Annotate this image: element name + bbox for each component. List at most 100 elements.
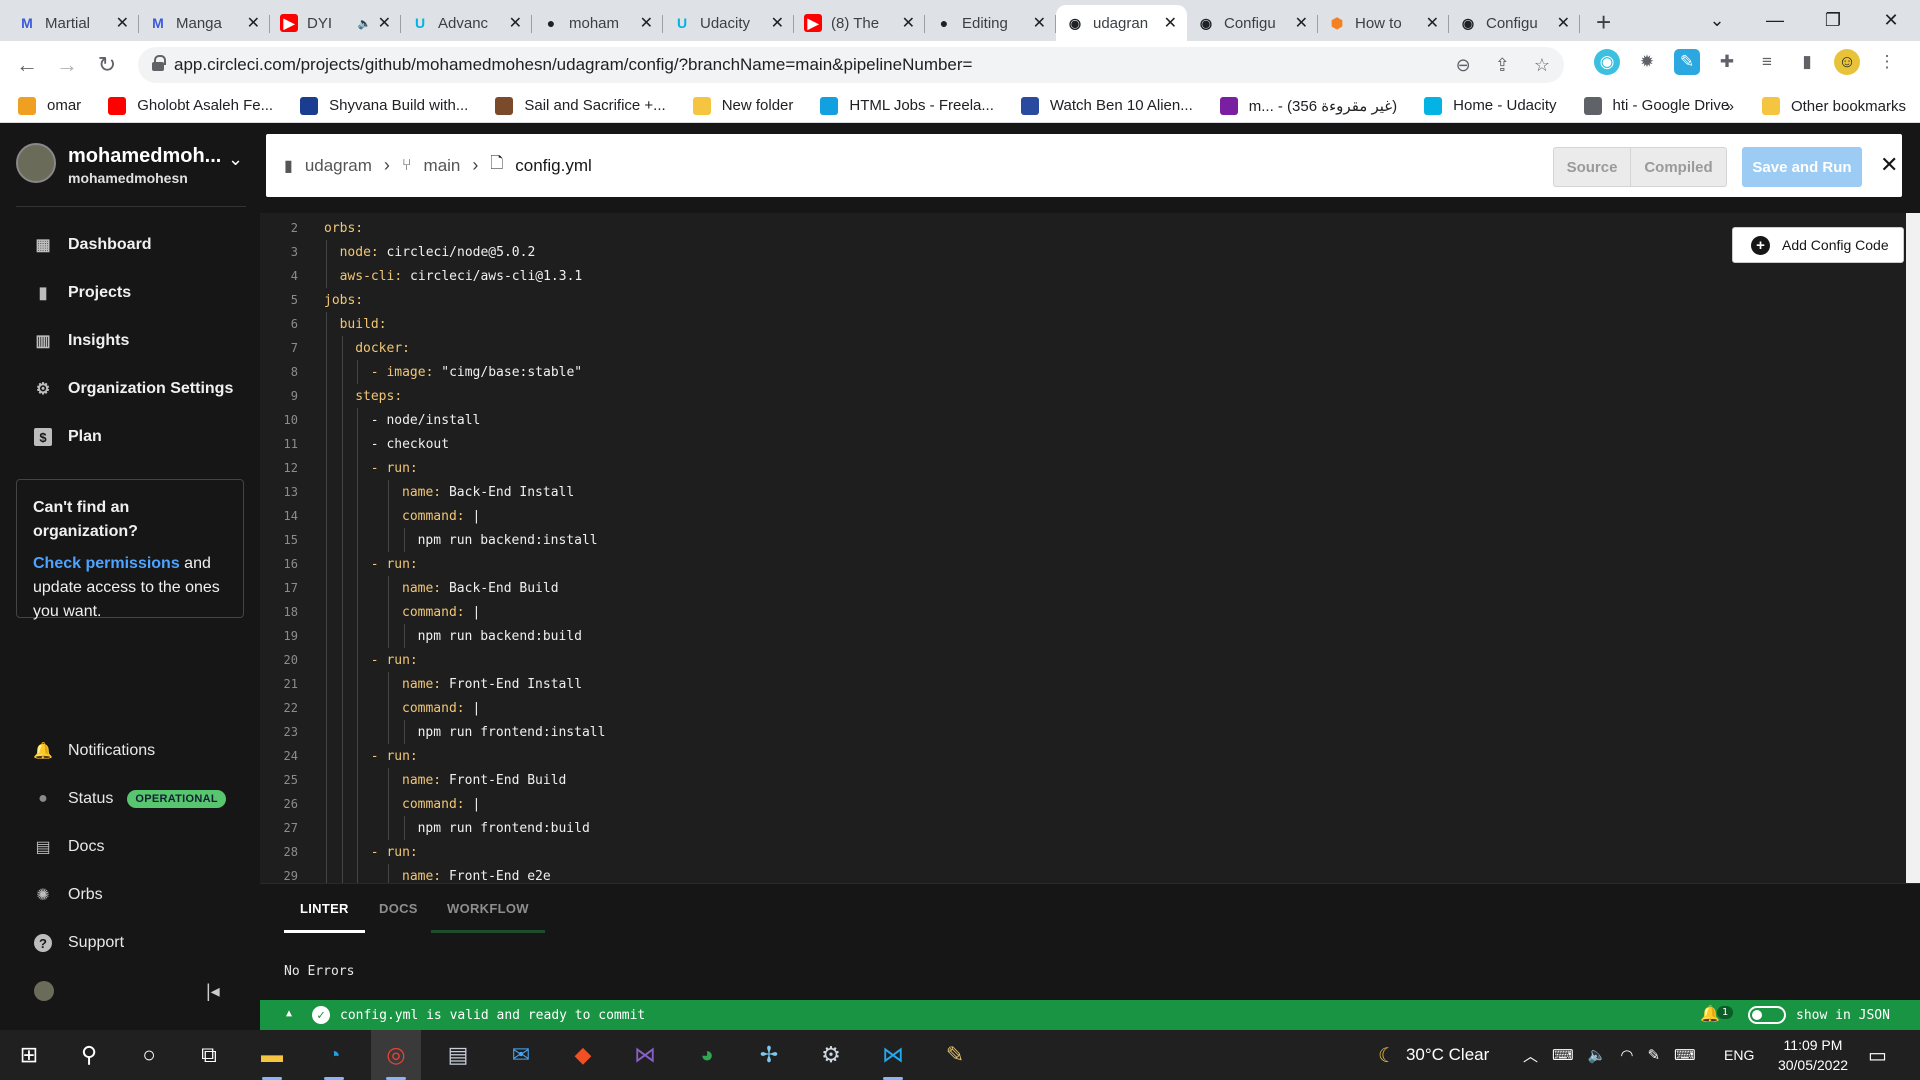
restore-button[interactable]: ❐: [1804, 0, 1862, 41]
chrome-icon[interactable]: ◎: [371, 1030, 421, 1080]
sidebar-item-notifications[interactable]: 🔔 Notifications: [33, 736, 155, 766]
bookmark-item[interactable]: Gholobt Asaleh Fe...: [108, 96, 273, 115]
tab-close-icon[interactable]: ✕: [1557, 13, 1570, 33]
windows-start-icon[interactable]: ⊞: [4, 1030, 54, 1080]
browser-app-icon[interactable]: ◕: [682, 1030, 732, 1080]
file-explorer-icon[interactable]: ▬: [247, 1030, 297, 1080]
keyboard-layout-icon[interactable]: ⌨: [1552, 1046, 1574, 1064]
org-switcher[interactable]: mohamedmoh... mohamedmohesn ⌄: [16, 143, 246, 207]
browser-tab[interactable]: ▶ DYI 🔈 ✕: [270, 5, 401, 41]
sidebar-item-organization-settings[interactable]: ⚙ Organization Settings: [34, 374, 234, 404]
profile-avatar[interactable]: ☺: [1834, 49, 1860, 75]
menu-dots-icon[interactable]: ⋮: [1874, 49, 1900, 75]
tab-audio-icon[interactable]: 🔈: [358, 17, 372, 30]
git-icon[interactable]: ◆: [558, 1030, 608, 1080]
bookmark-item[interactable]: m... - (356 غير مقروءة): [1219, 96, 1397, 115]
user-avatar-small[interactable]: [34, 981, 54, 1001]
settings-gear-icon[interactable]: ⚙: [806, 1030, 856, 1080]
bookmark-item[interactable]: omar: [18, 96, 81, 115]
check-permissions-link[interactable]: Check permissions: [33, 555, 180, 572]
json-toggle[interactable]: [1748, 1006, 1786, 1024]
extension-pen-icon[interactable]: ✎: [1674, 49, 1700, 75]
bookmark-item[interactable]: HTML Jobs - Freela...: [820, 96, 994, 115]
sidebar-item-docs[interactable]: ▤ Docs: [34, 832, 104, 862]
collapse-sidebar-icon[interactable]: |◂: [206, 981, 220, 1002]
tab-close-icon[interactable]: ✕: [116, 13, 129, 33]
pen-icon[interactable]: ✎: [1647, 1046, 1660, 1064]
expand-caret-icon[interactable]: ▲: [286, 1008, 292, 1019]
mail-app-icon[interactable]: ✉: [496, 1030, 546, 1080]
language-indicator[interactable]: ENG: [1724, 1030, 1754, 1080]
sidebar-item-support[interactable]: ? Support: [34, 928, 124, 958]
reload-icon[interactable]: ↻: [87, 52, 127, 78]
cortana-icon[interactable]: ○: [124, 1030, 174, 1080]
side-panel-icon[interactable]: ▮: [1794, 49, 1820, 75]
bookmarks-overflow-icon[interactable]: »: [1726, 98, 1734, 115]
weather-widget[interactable]: ☾ 30°C Clear: [1378, 1030, 1489, 1080]
sidebar-item-insights[interactable]: ▥ Insights: [34, 326, 129, 356]
browser-tab[interactable]: ⬢ How to ✕: [1318, 5, 1449, 41]
source-button[interactable]: Source: [1553, 147, 1631, 187]
add-config-code-button[interactable]: + Add Config Code: [1732, 227, 1904, 263]
edge-icon[interactable]: ◔: [309, 1030, 359, 1080]
tab-close-icon[interactable]: ✕: [1426, 13, 1439, 33]
zoom-icon[interactable]: ⊖: [1456, 55, 1471, 76]
paint-icon[interactable]: ✎: [930, 1030, 980, 1080]
tab-close-icon[interactable]: ✕: [640, 13, 653, 33]
game-app-icon[interactable]: ✢: [744, 1030, 794, 1080]
browser-tab[interactable]: ◉ udagran ✕: [1056, 5, 1187, 41]
tab-close-icon[interactable]: ✕: [378, 13, 391, 33]
extension-icon[interactable]: ◉: [1594, 49, 1620, 75]
sidebar-item-dashboard[interactable]: ▦ Dashboard: [34, 230, 151, 260]
tab-workflow[interactable]: WORKFLOW: [431, 884, 545, 933]
bookmark-item[interactable]: Sail and Sacrifice +...: [495, 96, 666, 115]
browser-tab[interactable]: ● Editing ✕: [925, 5, 1056, 41]
visual-studio-icon[interactable]: ⋈: [620, 1030, 670, 1080]
star-icon[interactable]: ☆: [1534, 55, 1550, 76]
extension-gear-icon[interactable]: ✹: [1634, 49, 1660, 75]
browser-tab[interactable]: U Advanc ✕: [401, 5, 532, 41]
breadcrumb-project[interactable]: ▮ udagram: [284, 156, 372, 176]
vscode-icon[interactable]: ⋈: [868, 1030, 918, 1080]
url-input[interactable]: app.circleci.com/projects/github/mohamed…: [138, 47, 1564, 83]
reading-list-icon[interactable]: ≡: [1754, 49, 1780, 75]
chevron-up-icon[interactable]: ︿: [1523, 1045, 1538, 1066]
browser-tab[interactable]: ▶ (8) The ✕: [794, 5, 925, 41]
search-icon[interactable]: ⚲: [64, 1030, 114, 1080]
tab-close-icon[interactable]: ✕: [1033, 13, 1046, 33]
browser-tab[interactable]: U Udacity ✕: [663, 5, 794, 41]
tab-close-icon[interactable]: ✕: [1164, 13, 1177, 33]
editor-scrollbar[interactable]: [1906, 213, 1920, 883]
bookmark-item[interactable]: New folder: [692, 96, 793, 115]
wifi-icon[interactable]: ◠: [1620, 1046, 1633, 1064]
tab-close-icon[interactable]: ✕: [247, 13, 260, 33]
browser-tab[interactable]: M Martial ✕: [8, 5, 139, 41]
touch-keyboard-icon[interactable]: ⌨: [1674, 1046, 1696, 1064]
tab-close-icon[interactable]: ✕: [771, 13, 784, 33]
save-and-run-button[interactable]: Save and Run: [1742, 147, 1862, 187]
tab-close-icon[interactable]: ✕: [509, 13, 522, 33]
notification-center-icon[interactable]: ▭: [1868, 1030, 1887, 1080]
tab-close-icon[interactable]: ✕: [1295, 13, 1308, 33]
sidebar-item-status[interactable]: ● Status OPERATIONAL: [34, 784, 226, 814]
bookmark-item[interactable]: Home - Udacity: [1424, 96, 1557, 115]
bookmark-item[interactable]: Watch Ben 10 Alien...: [1020, 96, 1193, 115]
browser-tab[interactable]: ◉ Configu ✕: [1187, 5, 1318, 41]
browser-tab[interactable]: M Manga ✕: [139, 5, 270, 41]
minimize-button[interactable]: —: [1746, 0, 1804, 41]
other-bookmarks[interactable]: Other bookmarks: [1761, 97, 1906, 115]
share-icon[interactable]: ⇪: [1495, 55, 1510, 76]
volume-icon[interactable]: 🔈: [1588, 1046, 1607, 1064]
app-icon[interactable]: ▤: [433, 1030, 483, 1080]
close-icon[interactable]: ✕: [1880, 152, 1898, 178]
compiled-button[interactable]: Compiled: [1631, 147, 1727, 187]
tab-close-icon[interactable]: ✕: [902, 13, 915, 33]
forward-icon[interactable]: →: [47, 52, 87, 78]
close-window-button[interactable]: ✕: [1862, 0, 1920, 41]
code-editor[interactable]: 2 orbs: 3 node: circleci/node@5.0.2 4 aws-cli…: [260, 213, 1906, 883]
sidebar-item-plan[interactable]: $ Plan: [34, 422, 102, 452]
new-tab-button[interactable]: +: [1596, 7, 1611, 38]
browser-tab[interactable]: ◉ Configu ✕: [1449, 5, 1580, 41]
tab-search-icon[interactable]: ⌄: [1688, 0, 1746, 41]
sidebar-item-orbs[interactable]: ✺ Orbs: [34, 880, 102, 910]
